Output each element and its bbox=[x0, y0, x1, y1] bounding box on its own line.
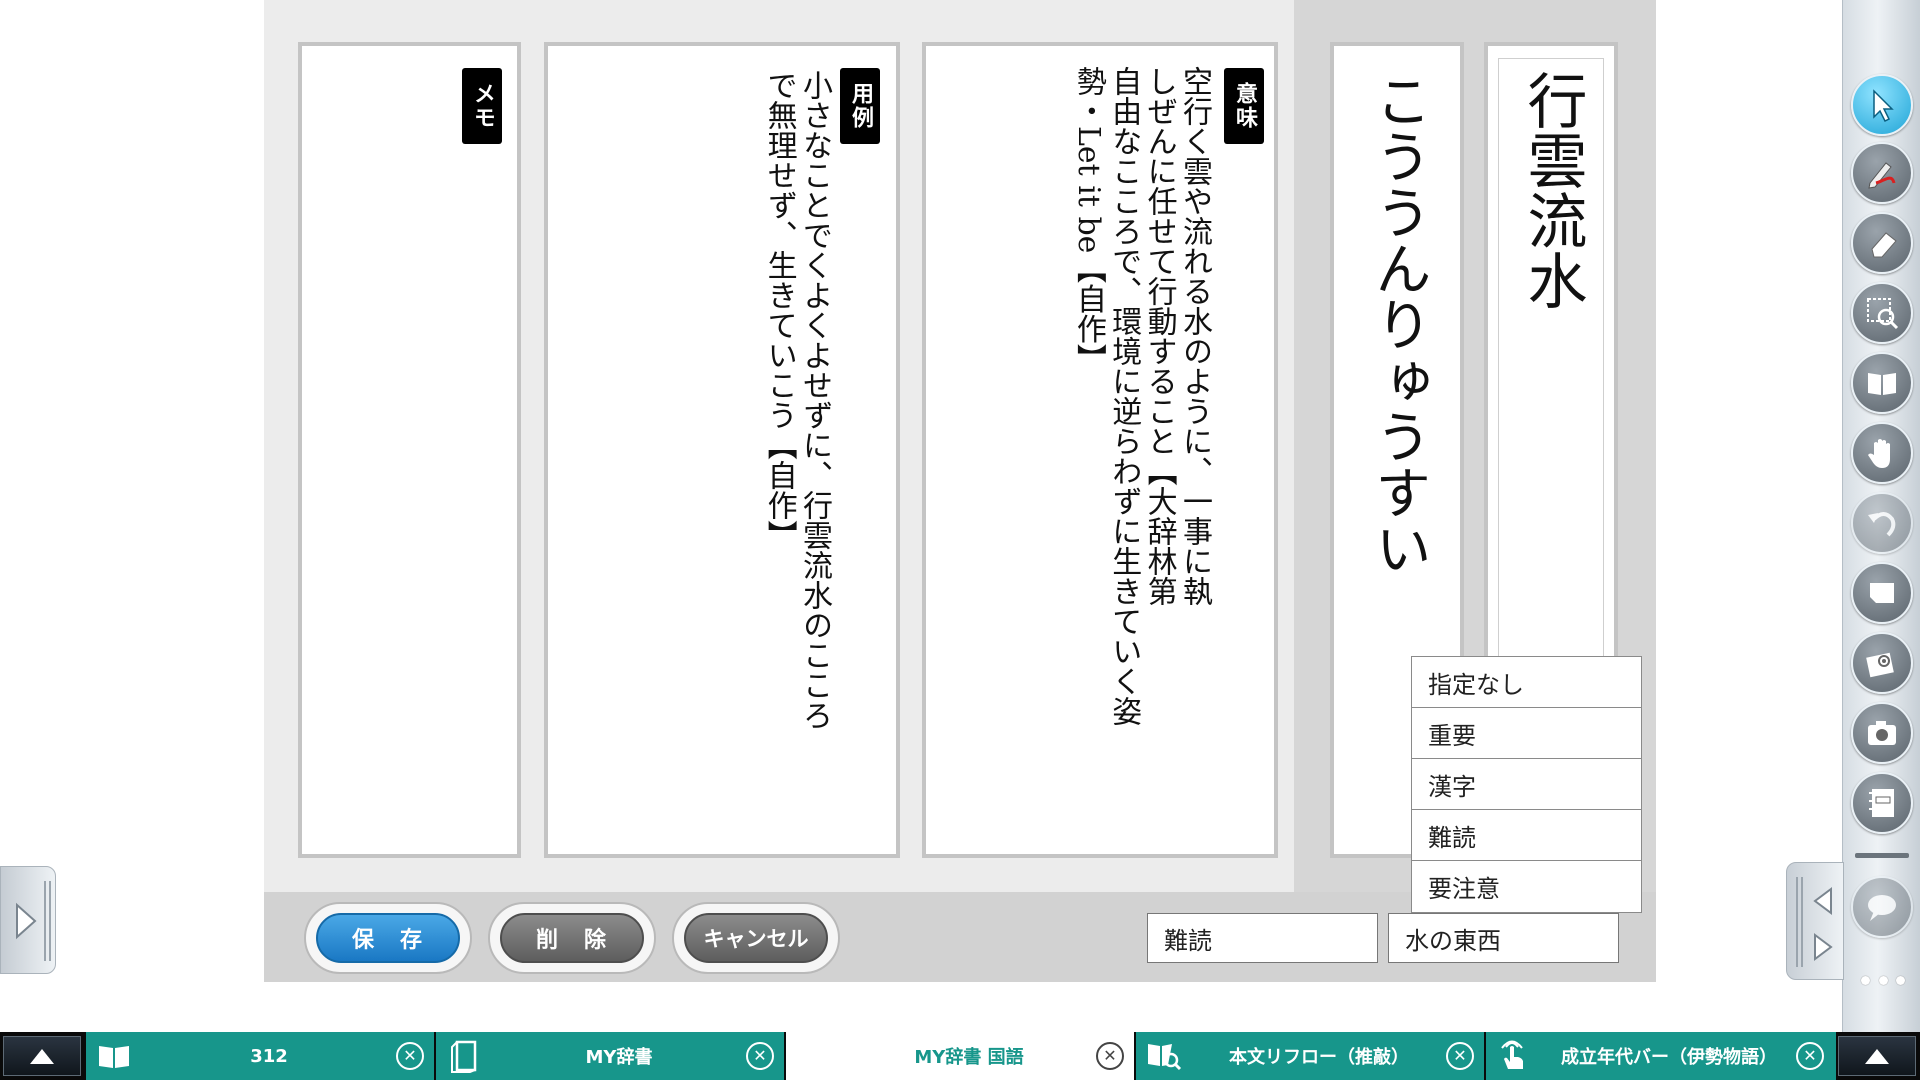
hand-icon[interactable] bbox=[1851, 422, 1913, 484]
memo-label: メモ bbox=[462, 68, 502, 144]
task-tab-my-dictionary-japanese[interactable]: MY辞書 国語 ✕ bbox=[786, 1032, 1136, 1080]
pen-icon[interactable] bbox=[1851, 142, 1913, 204]
memo-card[interactable]: メモ bbox=[298, 42, 521, 858]
delete-button-label: 削 除 bbox=[500, 913, 644, 963]
task-tab-timeline-bar[interactable]: 成立年代バー（伊勢物語） ✕ bbox=[1486, 1032, 1836, 1080]
reading-text[interactable]: こううんりゅうすい bbox=[1366, 72, 1431, 576]
category-field[interactable]: 水の東西 bbox=[1388, 913, 1619, 963]
tool-palette bbox=[1842, 0, 1920, 1032]
taskbar-expand-button[interactable] bbox=[1838, 1036, 1916, 1076]
camera-icon[interactable] bbox=[1851, 702, 1913, 764]
notebook-icon[interactable] bbox=[1851, 772, 1913, 834]
task-tab-312[interactable]: 312 ✕ bbox=[86, 1032, 436, 1080]
example-card[interactable]: 用例 小さなことでくよくよせずに、行雲流水のこころ で無理せず、生きていこう【自… bbox=[544, 42, 900, 858]
task-tab-label: MY辞書 国語 bbox=[914, 1047, 1024, 1068]
toolbar-divider bbox=[1855, 853, 1909, 858]
tag-option[interactable]: 要注意 bbox=[1412, 861, 1641, 912]
undo-icon[interactable] bbox=[1851, 492, 1913, 554]
close-icon[interactable]: ✕ bbox=[1446, 1042, 1474, 1070]
close-icon[interactable]: ✕ bbox=[396, 1042, 424, 1070]
meaning-label: 意味 bbox=[1224, 68, 1264, 144]
cancel-button-label: キャンセル bbox=[684, 913, 828, 963]
touch-icon bbox=[1486, 1032, 1542, 1080]
page-nav-tab bbox=[1786, 862, 1844, 980]
chevron-right-icon bbox=[16, 881, 51, 961]
book-icon bbox=[86, 1032, 142, 1080]
save-button[interactable]: 保 存 bbox=[304, 902, 472, 974]
close-icon[interactable]: ✕ bbox=[746, 1042, 774, 1070]
example-text[interactable]: 小さなことでくよくよせずに、行雲流水のこころ で無理せず、生きていこう【自作】 bbox=[761, 70, 832, 730]
example-label: 用例 bbox=[840, 68, 880, 144]
zoom-select-icon[interactable] bbox=[1851, 282, 1913, 344]
task-tab-label: 312 bbox=[250, 1045, 288, 1067]
task-tab-label: MY辞書 bbox=[585, 1047, 653, 1068]
tag-option[interactable]: 指定なし bbox=[1412, 657, 1641, 708]
book-icon[interactable] bbox=[1851, 352, 1913, 414]
tag-option[interactable]: 漢字 bbox=[1412, 759, 1641, 810]
left-panel-toggle[interactable] bbox=[0, 866, 56, 974]
task-tab-label: 成立年代バー（伊勢物語） bbox=[1561, 1047, 1777, 1068]
taskbar: 312 ✕ MY辞書 ✕ MY辞書 国語 ✕ 本文リフロー（推敲） ✕ 成立年代… bbox=[0, 1032, 1920, 1080]
meaning-text[interactable]: 空行く雲や流れる水のように、一事に執 しぜんに任せて行動すること【大辞林第 自由… bbox=[1070, 66, 1212, 846]
pointer-icon[interactable] bbox=[1851, 74, 1913, 136]
kanji-text[interactable]: 行雲流水 bbox=[1517, 70, 1587, 310]
task-tab-text-reflow[interactable]: 本文リフロー（推敲） ✕ bbox=[1136, 1032, 1486, 1080]
meaning-card[interactable]: 意味 空行く雲や流れる水のように、一事に執 しぜんに任せて行動すること【大辞林第… bbox=[922, 42, 1278, 858]
tag-dropdown-list[interactable]: 指定なし 重要 漢字 難読 要注意 bbox=[1411, 656, 1642, 913]
page-prev-icon[interactable] bbox=[1809, 885, 1837, 917]
notebook-icon bbox=[436, 1032, 492, 1080]
book-search-icon bbox=[1136, 1032, 1192, 1080]
tag-select[interactable]: 難読 bbox=[1147, 913, 1378, 963]
tag-option[interactable]: 難読 bbox=[1412, 810, 1641, 861]
speech-bubble-icon[interactable] bbox=[1851, 876, 1913, 938]
tag-option[interactable]: 重要 bbox=[1412, 708, 1641, 759]
delete-button[interactable]: 削 除 bbox=[488, 902, 656, 974]
eraser-icon[interactable] bbox=[1851, 212, 1913, 274]
taskbar-menu-button[interactable] bbox=[3, 1036, 81, 1076]
task-tab-label: 本文リフロー（推敲） bbox=[1229, 1047, 1409, 1068]
task-tab-my-dictionary[interactable]: MY辞書 ✕ bbox=[436, 1032, 786, 1080]
save-button-label: 保 存 bbox=[316, 913, 460, 963]
triangle-up-icon bbox=[1865, 1049, 1889, 1064]
card-icon[interactable] bbox=[1851, 562, 1913, 624]
triangle-up-icon bbox=[30, 1049, 54, 1064]
close-icon[interactable]: ✕ bbox=[1096, 1042, 1124, 1070]
close-icon[interactable]: ✕ bbox=[1796, 1042, 1824, 1070]
dictionary-card-editor: メモ 用例 小さなことでくよくよせずに、行雲流水のこころ で無理せず、生きていこ… bbox=[264, 0, 1656, 982]
more-icon[interactable] bbox=[1861, 976, 1905, 988]
flower-icon[interactable] bbox=[1851, 632, 1913, 694]
page-next-icon[interactable] bbox=[1809, 931, 1837, 963]
cancel-button[interactable]: キャンセル bbox=[672, 902, 840, 974]
